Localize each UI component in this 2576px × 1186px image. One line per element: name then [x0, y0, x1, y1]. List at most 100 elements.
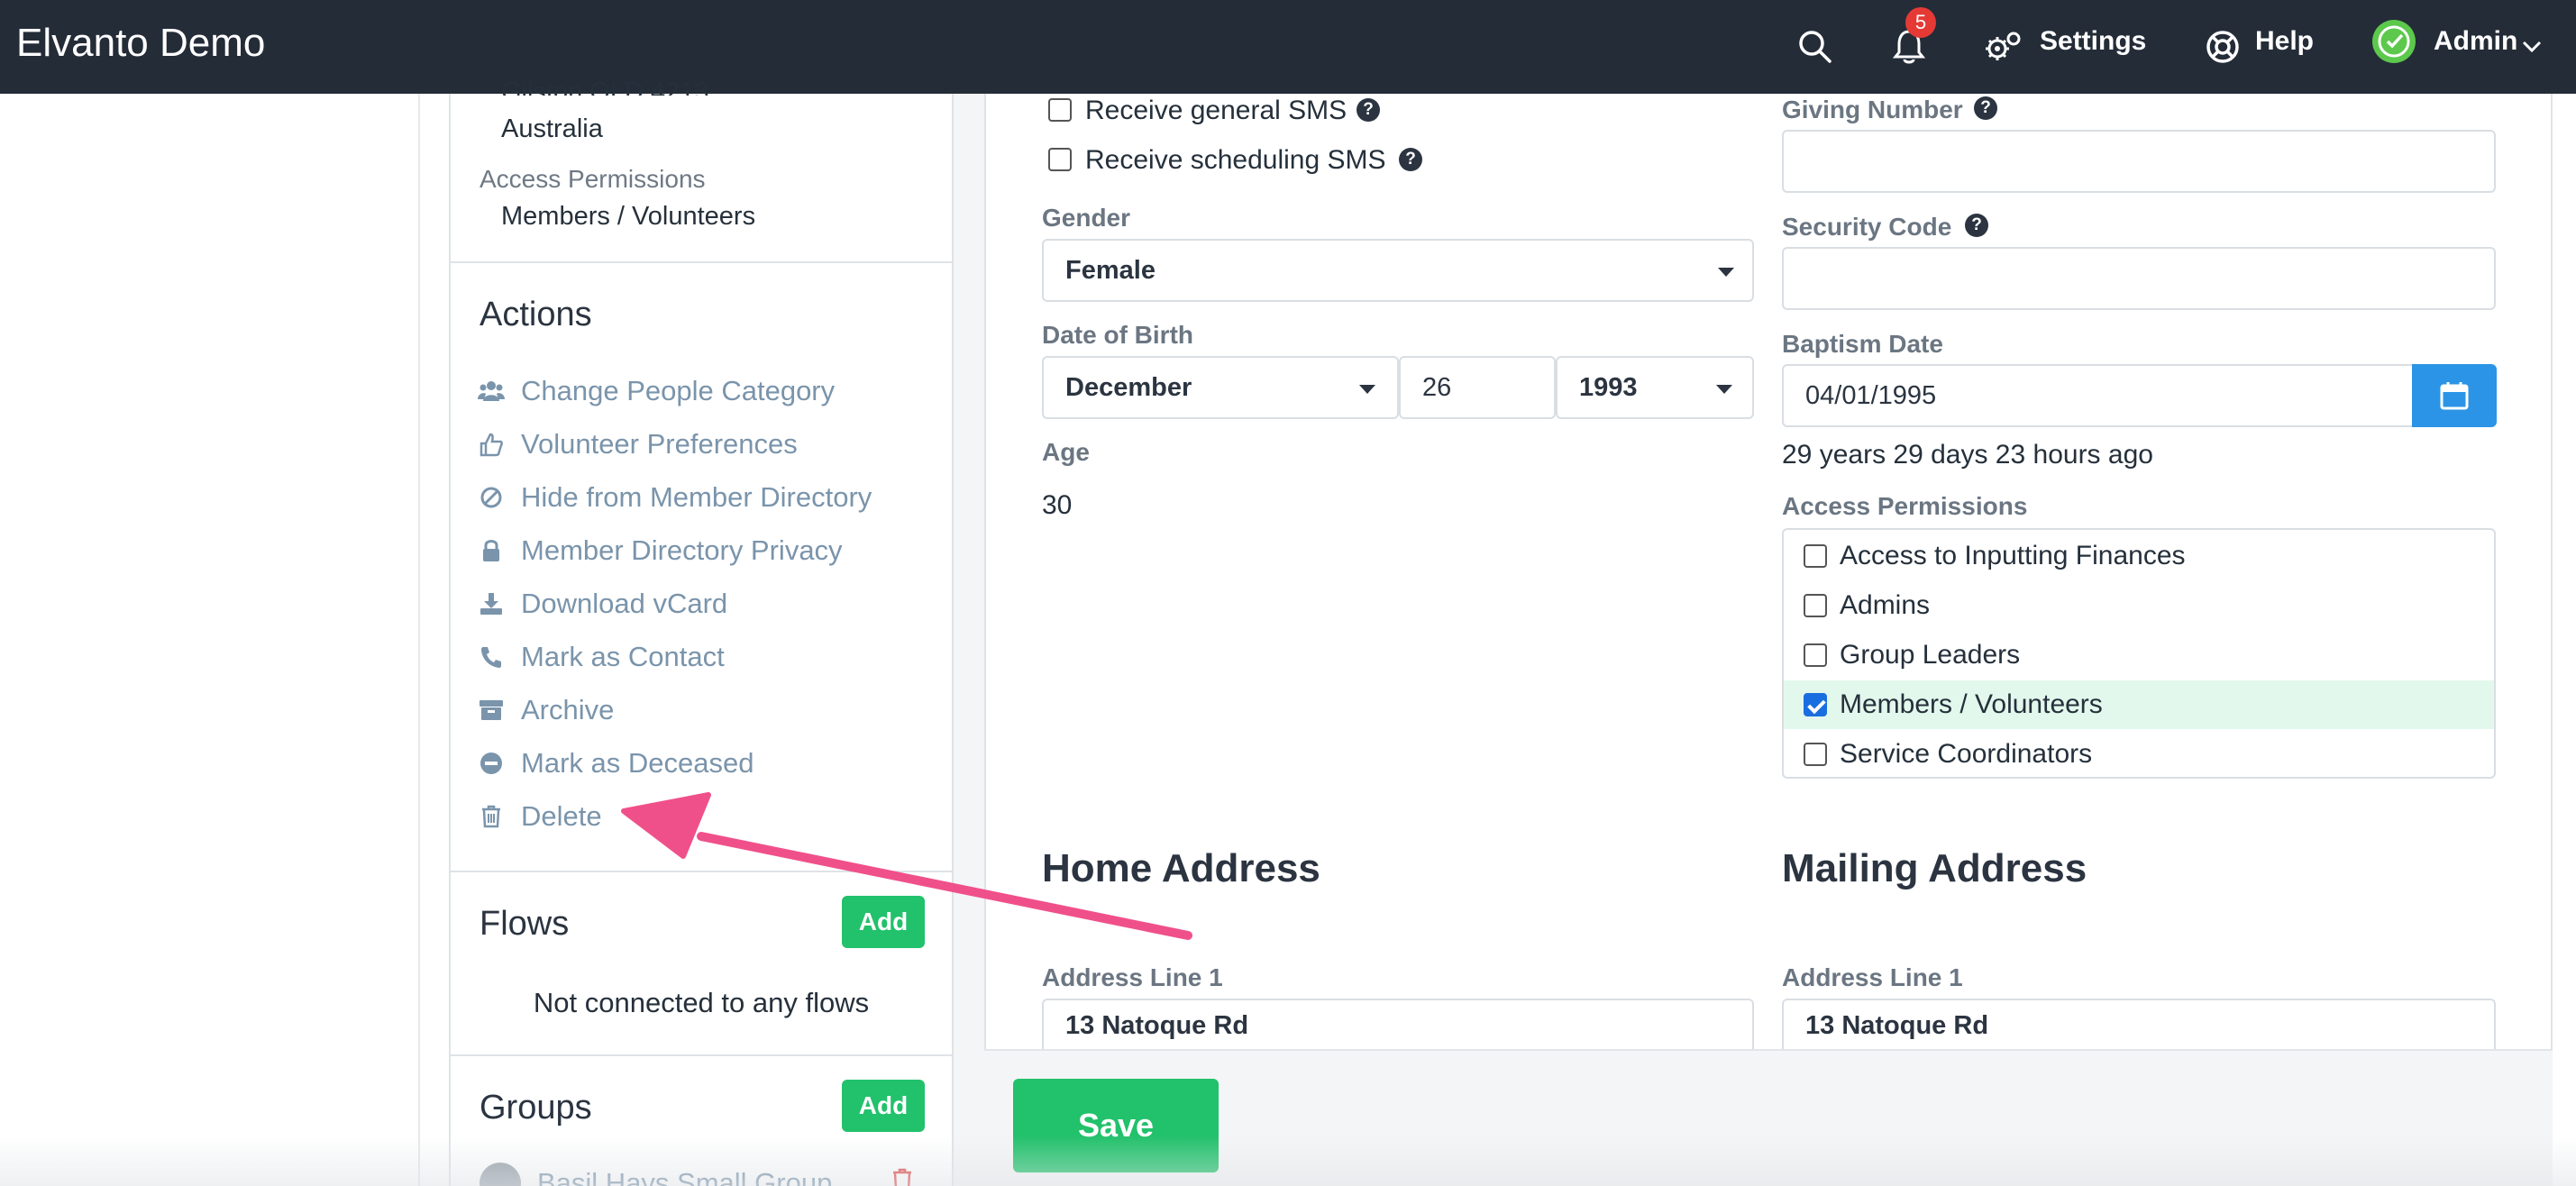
action-label: Download vCard	[521, 588, 728, 619]
sidebar-access-permissions-label: Access Permissions	[480, 165, 706, 193]
phone-icon	[478, 643, 505, 671]
chevron-down-icon[interactable]	[2518, 20, 2545, 74]
action-mark-as-contact[interactable]: Mark as Contact	[478, 638, 725, 676]
add-group-button[interactable]: Add	[842, 1080, 925, 1132]
baptism-date-input[interactable]: 04/01/1995	[1782, 364, 2415, 427]
permission-label: Members / Volunteers	[1840, 689, 2103, 719]
permission-row[interactable]: Admins	[1784, 581, 2494, 630]
admin-menu[interactable]: Admin	[2434, 25, 2517, 58]
sidebar-address-line: Gilston QLD 4213	[501, 78, 709, 96]
caret-down-icon	[1718, 268, 1734, 277]
permission-row-selected[interactable]: Members / Volunteers	[1784, 680, 2494, 729]
baptism-date-value: 04/01/1995	[1805, 380, 1937, 410]
action-label: Volunteer Preferences	[521, 428, 798, 460]
action-member-directory-privacy[interactable]: Member Directory Privacy	[478, 532, 843, 570]
dob-day-input[interactable]: 26	[1399, 356, 1556, 419]
age-label: Age	[1042, 438, 1090, 466]
top-navigation-bar: Elvanto Demo 5 Settings Help Admin	[0, 0, 2576, 94]
add-flow-button[interactable]: Add	[842, 896, 925, 948]
home-address-line1-value: 13 Natoque Rd	[1065, 1010, 1249, 1040]
permission-label: Admins	[1840, 590, 1931, 620]
home-address-heading: Home Address	[1042, 846, 1320, 890]
receive-scheduling-sms-checkbox[interactable]	[1048, 148, 1072, 171]
permission-checkbox[interactable]	[1804, 743, 1827, 766]
group-avatar	[480, 1163, 521, 1186]
action-label: Archive	[521, 694, 615, 725]
baptism-elapsed-text: 29 years 29 days 23 hours ago	[1782, 440, 2153, 470]
action-label: Mark as Contact	[521, 641, 725, 672]
action-archive[interactable]: Archive	[478, 691, 614, 729]
app-title[interactable]: Elvanto Demo	[16, 20, 265, 68]
permission-checkbox[interactable]	[1804, 643, 1827, 667]
action-hide-from-member-directory[interactable]: Hide from Member Directory	[478, 479, 872, 516]
gears-icon[interactable]	[1976, 20, 2030, 74]
action-delete[interactable]: Delete	[478, 798, 602, 835]
flows-heading: Flows	[480, 905, 570, 943]
permission-checkbox[interactable]	[1804, 544, 1827, 568]
calendar-button[interactable]	[2412, 364, 2497, 427]
age-value: 30	[1042, 490, 1073, 520]
gender-label: Gender	[1042, 204, 1131, 232]
sidebar-country: Australia	[501, 114, 603, 143]
giving-number-input[interactable]	[1782, 130, 2496, 193]
date-of-birth-label: Date of Birth	[1042, 321, 1193, 349]
actions-heading: Actions	[480, 296, 592, 333]
notification-badge: 5	[1905, 7, 1936, 38]
gender-value: Female	[1065, 255, 1156, 285]
divider	[451, 261, 952, 263]
group-link[interactable]: Basil Hays Small Group	[537, 1166, 832, 1186]
help-question-icon[interactable]: ?	[1399, 148, 1422, 171]
permission-row[interactable]: Service Coordinators	[1784, 730, 2494, 777]
dob-day-value: 26	[1422, 372, 1452, 402]
security-code-input[interactable]	[1782, 247, 2496, 310]
lifebuoy-icon[interactable]	[2196, 20, 2250, 74]
security-code-label: Security Code	[1782, 213, 1952, 241]
caret-down-icon	[1716, 385, 1732, 394]
mailing-address-line1-value: 13 Natoque Rd	[1805, 1010, 1989, 1040]
permission-label: Access to Inputting Finances	[1840, 541, 2186, 570]
users-icon	[478, 378, 505, 405]
save-button[interactable]: Save	[1013, 1079, 1219, 1172]
action-mark-as-deceased[interactable]: Mark as Deceased	[478, 744, 754, 782]
access-permissions-label: Access Permissions	[1782, 492, 2028, 520]
ban-icon	[478, 484, 505, 511]
thumbs-up-icon	[478, 431, 505, 458]
help-question-icon[interactable]: ?	[1357, 98, 1380, 122]
settings-link[interactable]: Settings	[2040, 25, 2146, 58]
left-gutter-border	[418, 94, 420, 1186]
permission-row[interactable]: Group Leaders	[1784, 631, 2494, 680]
flows-empty-message: Not connected to any flows	[533, 987, 870, 1018]
mailing-address-heading: Mailing Address	[1782, 846, 2087, 890]
action-label: Mark as Deceased	[521, 747, 754, 779]
search-icon[interactable]	[1788, 20, 1842, 74]
action-label: Delete	[521, 800, 602, 832]
dob-month-select[interactable]: December	[1042, 356, 1399, 419]
permission-label: Group Leaders	[1840, 640, 2021, 670]
receive-general-sms-checkbox[interactable]	[1048, 98, 1072, 122]
access-permissions-list: Access to Inputting Finances Admins Grou…	[1782, 528, 2496, 779]
action-download-vcard[interactable]: Download vCard	[478, 585, 727, 623]
lock-icon	[478, 537, 505, 564]
action-change-people-category[interactable]: Change People Category	[478, 372, 835, 410]
help-link[interactable]: Help	[2255, 25, 2314, 58]
gender-select[interactable]: Female	[1042, 239, 1754, 302]
groups-heading: Groups	[480, 1089, 592, 1127]
mailing-address-line1-label: Address Line 1	[1782, 963, 1963, 991]
action-volunteer-preferences[interactable]: Volunteer Preferences	[478, 425, 798, 463]
dob-year-select[interactable]: 1993	[1556, 356, 1754, 419]
giving-number-label: Giving Number	[1782, 96, 1963, 123]
permission-checkbox-checked[interactable]	[1804, 693, 1827, 716]
panel-gap	[954, 94, 984, 1186]
remove-group-trash-icon[interactable]	[892, 1168, 916, 1186]
help-question-icon[interactable]: ?	[1974, 96, 1997, 120]
action-label: Hide from Member Directory	[521, 481, 872, 513]
permission-row[interactable]: Access to Inputting Finances	[1784, 532, 2494, 580]
calendar-icon	[2440, 382, 2469, 410]
permission-checkbox[interactable]	[1804, 594, 1827, 617]
avatar[interactable]	[2372, 20, 2416, 63]
divider	[451, 871, 952, 872]
divider	[451, 1054, 952, 1056]
archive-icon	[478, 697, 505, 724]
download-icon	[478, 590, 505, 617]
help-question-icon[interactable]: ?	[1965, 214, 1988, 237]
